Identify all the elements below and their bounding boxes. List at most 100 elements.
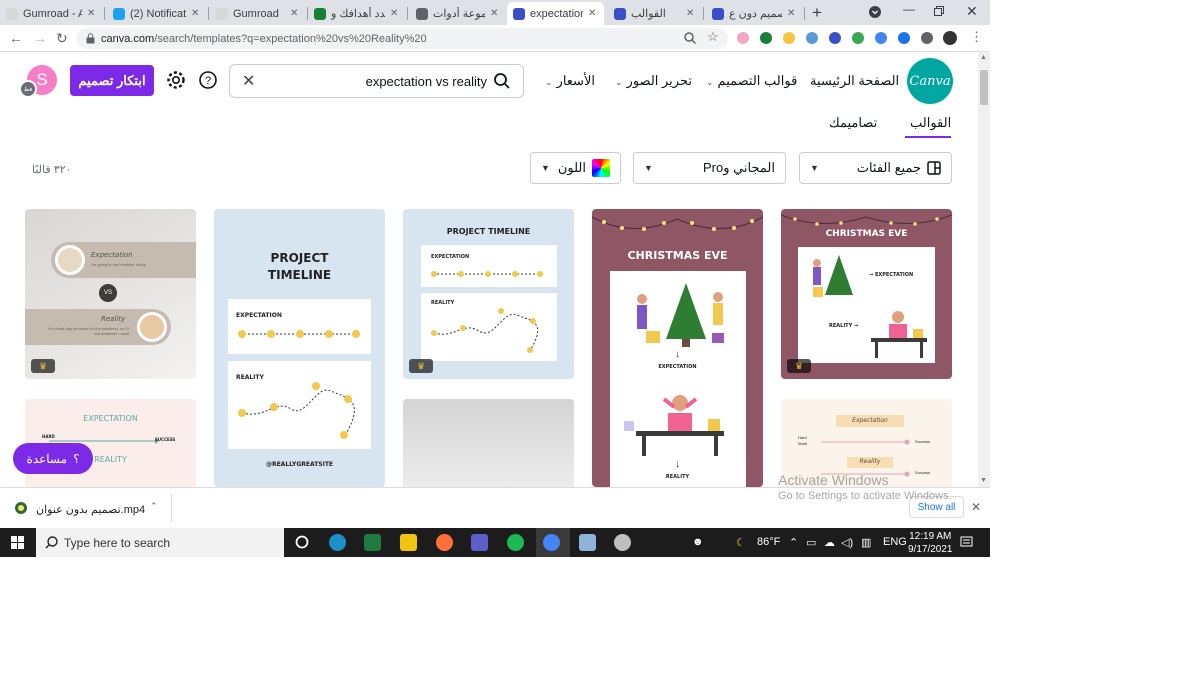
search-box[interactable]: expectation vs reality ✕ <box>229 64 524 98</box>
browser-tab[interactable]: (2) Notificatio ✕ <box>107 2 207 25</box>
canva-logo[interactable]: Canva <box>907 58 953 104</box>
chrome-icon[interactable] <box>543 534 560 551</box>
template-card[interactable]: PROJECT TIMELINE EXPECTATION REALITY @RE… <box>214 209 385 487</box>
nav-item[interactable]: تحرير الصور⌄ <box>615 73 692 89</box>
browser-tab[interactable]: expectation vs ✕ <box>507 2 604 25</box>
notifications-icon[interactable] <box>960 536 973 549</box>
extension-icon[interactable] <box>875 32 887 44</box>
search-input[interactable]: expectation vs reality <box>366 74 487 89</box>
close-tab-icon[interactable]: ✕ <box>490 8 500 19</box>
menu-dots-icon[interactable]: ⋮ <box>970 29 983 45</box>
gear-icon[interactable] <box>166 70 186 90</box>
network-icon[interactable]: ▥ <box>861 536 871 549</box>
browser-tab[interactable]: تصميم دون ع ✕ <box>706 2 803 25</box>
tray-chevron-icon[interactable]: ⌃ <box>789 536 798 549</box>
url-host: canva.com <box>101 32 155 45</box>
extension-icon[interactable] <box>852 32 864 44</box>
chevron-up-icon[interactable]: ⌃ <box>150 501 158 512</box>
close-tab-icon[interactable]: ✕ <box>686 8 696 19</box>
pricing-filter[interactable]: المجاني وPro ▼ <box>633 152 786 184</box>
zoom-icon[interactable] <box>684 32 696 44</box>
template-card[interactable]: Expectation I'm going to eat healthier f… <box>25 209 196 379</box>
extension-icon[interactable] <box>760 32 772 44</box>
scrollbar-thumb[interactable] <box>980 70 988 105</box>
extension-icon[interactable] <box>898 32 910 44</box>
windows-start-icon[interactable] <box>11 536 24 549</box>
close-tab-icon[interactable]: ✕ <box>87 8 97 19</box>
help-button[interactable]: مساعدة ؟ <box>13 443 93 474</box>
cloud-icon[interactable]: ☁ <box>824 536 835 549</box>
back-icon[interactable]: ← <box>9 30 23 46</box>
cortana-icon[interactable] <box>295 535 309 549</box>
puzzle-icon[interactable] <box>921 32 933 44</box>
browser-tab[interactable]: مجموعة أدوات ✕ <box>410 2 506 25</box>
tab-favicon-icon <box>6 7 18 20</box>
firefox-icon[interactable] <box>436 534 453 551</box>
tab-title: expectation vs <box>530 7 583 20</box>
close-tab-icon[interactable]: ✕ <box>588 8 598 19</box>
template-card[interactable]: PROJECT TIMELINE EXPECTATION REALITY ♛ <box>403 209 574 379</box>
new-tab-icon[interactable]: + <box>812 3 822 23</box>
reload-icon[interactable]: ↻ <box>56 30 68 47</box>
teams-icon[interactable] <box>471 534 488 551</box>
app-icon[interactable] <box>579 534 596 551</box>
clock[interactable]: 12:19 AM 9/17/2021 <box>908 530 953 556</box>
address-bar[interactable]: canva.com/search/templates?q=expectation… <box>76 28 728 49</box>
profile-icon[interactable] <box>943 31 957 45</box>
template-card[interactable]: CHRISTMAS EVE → EXPECTATION REALITY → ♛ <box>781 209 952 379</box>
edge-icon[interactable] <box>329 534 346 551</box>
nav-item[interactable]: الأسعار⌄ <box>545 73 595 89</box>
close-tab-icon[interactable]: ✕ <box>191 8 201 19</box>
template-card[interactable] <box>403 399 574 487</box>
browser-tab[interactable]: القوالب ✕ <box>608 2 702 25</box>
taskbar-search[interactable]: Type here to search <box>36 528 284 557</box>
weather-moon-icon[interactable]: ☾ <box>736 536 746 549</box>
close-window-icon[interactable]: ✕ <box>966 3 978 20</box>
close-download-bar-icon[interactable]: ✕ <box>971 500 981 514</box>
volume-icon[interactable]: ◁) <box>841 536 853 549</box>
people-icon[interactable]: ☻ <box>692 536 704 548</box>
team-badge[interactable]: فط <box>19 80 37 98</box>
timeline-illustration <box>238 330 360 338</box>
close-tab-icon[interactable]: ✕ <box>787 8 797 19</box>
tab-your-designs[interactable]: تصاميمك <box>829 115 877 131</box>
card-text: SUCCESS <box>155 437 176 442</box>
extension-icon[interactable] <box>737 32 749 44</box>
browser-tab[interactable]: حدد أهدافك و ✕ <box>308 2 406 25</box>
categories-filter[interactable]: جميع الفئات ▼ <box>799 152 952 184</box>
bookmark-star-icon[interactable]: ☆ <box>707 29 719 45</box>
scrollbar-track[interactable] <box>978 52 990 487</box>
tab-templates[interactable]: القوالب <box>910 115 951 131</box>
file-explorer-icon[interactable] <box>400 534 417 551</box>
download-filename[interactable]: تصميم بدون عنوان.mp4 <box>36 503 145 516</box>
browser-tab[interactable]: Gumroad ✕ <box>210 2 306 25</box>
temperature[interactable]: 86°F <box>757 536 780 548</box>
tab-search-icon[interactable] <box>869 6 881 18</box>
scroll-up-icon[interactable]: ▲ <box>980 54 987 61</box>
card-text: VS <box>99 284 117 302</box>
app-icon[interactable] <box>614 534 631 551</box>
card-text: REALITY <box>829 323 853 329</box>
excel-icon[interactable] <box>364 534 381 551</box>
spotify-icon[interactable] <box>507 534 524 551</box>
extension-icon[interactable] <box>806 32 818 44</box>
minimize-icon[interactable]: — <box>903 2 915 16</box>
nav-item[interactable]: قوالب التصميم⌄ <box>706 73 797 89</box>
extension-icon[interactable] <box>829 32 841 44</box>
nav-item[interactable]: الصفحة الرئيسية <box>810 73 899 89</box>
close-tab-icon[interactable]: ✕ <box>390 8 400 19</box>
scroll-down-icon[interactable]: ▼ <box>980 477 987 484</box>
template-card[interactable]: CHRISTMAS EVE ↓ EXPECTATION ↓ REALITY <box>592 209 763 487</box>
language-indicator[interactable]: ENG <box>883 536 907 548</box>
close-tab-icon[interactable]: ✕ <box>290 8 300 19</box>
battery-icon[interactable]: ▭ <box>806 536 816 549</box>
help-question-icon[interactable]: ? <box>198 70 218 90</box>
color-filter[interactable]: اللون ▼ <box>530 152 621 184</box>
browser-tab[interactable]: Gumroad - All ✕ <box>0 2 103 25</box>
search-icon[interactable] <box>493 72 511 90</box>
forward-icon[interactable]: → <box>33 30 47 46</box>
create-design-button[interactable]: ابتكار تصميم <box>70 65 154 96</box>
restore-icon[interactable] <box>934 6 944 16</box>
extension-icon[interactable] <box>783 32 795 44</box>
clear-search-icon[interactable]: ✕ <box>242 71 255 91</box>
